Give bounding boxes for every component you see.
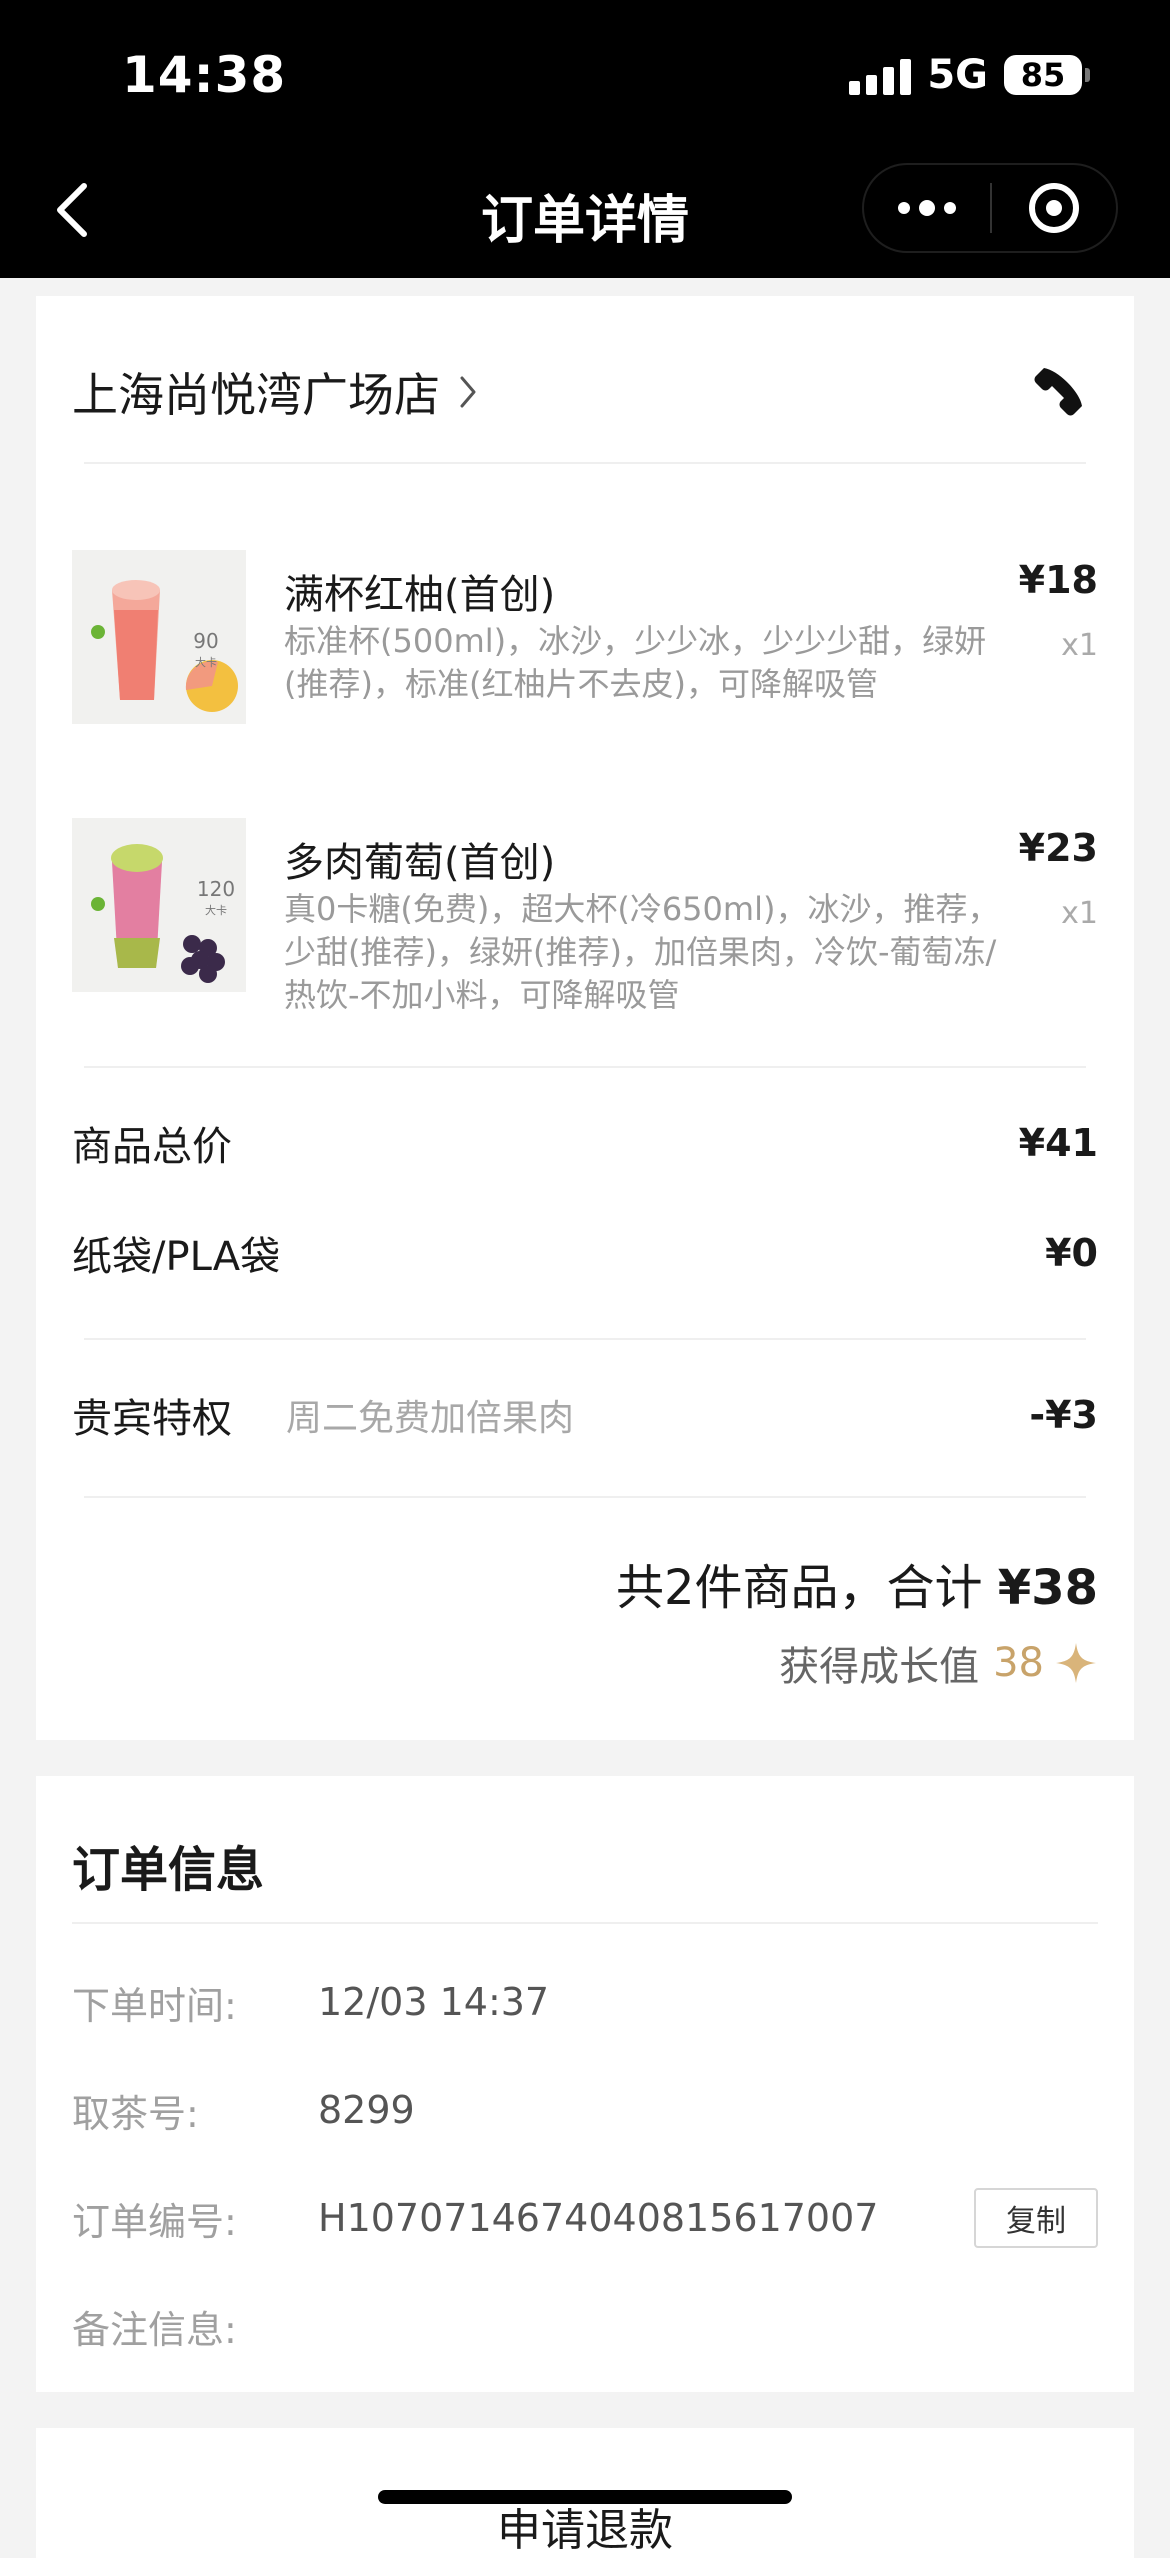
- product-image-grapefruit: 90 大卡: [72, 550, 246, 724]
- order-info-card: 订单信息 下单时间: 12/03 14:37 取茶号: 8299 订单编号: H…: [36, 1776, 1134, 2392]
- bag-fee-row: 纸袋/PLA袋 ¥0: [72, 1224, 1098, 1282]
- order-total: 共2件商品，合计 ¥38: [616, 1548, 1098, 1618]
- order-item: 120 大卡 多肉葡萄(首创) 真0卡糖(免费)，超大杯(冷650ml)，冰沙，…: [72, 818, 1098, 1038]
- item-price: ¥23: [1018, 826, 1098, 870]
- more-icon[interactable]: [864, 165, 990, 251]
- divider: [84, 1496, 1086, 1498]
- store-name[interactable]: 上海尚悦湾广场店: [72, 359, 440, 425]
- goods-total-value: ¥41: [1018, 1121, 1098, 1165]
- divider: [84, 462, 1086, 464]
- growth-value: 38: [993, 1640, 1044, 1686]
- mini-program-capsule: [862, 163, 1118, 253]
- goods-total-row: 商品总价 ¥41: [72, 1114, 1098, 1172]
- calorie-label: 90: [193, 629, 218, 653]
- total-prefix: 共2件商品，合计: [615, 1560, 998, 1616]
- item-name: 满杯红柚(首创): [284, 572, 556, 618]
- bag-fee-value: ¥0: [1045, 1231, 1098, 1275]
- pickup-number-value: 8299: [318, 2088, 415, 2132]
- vip-privilege-row: 贵宾特权 周二免费加倍果肉 -¥3: [72, 1386, 1098, 1444]
- order-info-title: 订单信息: [72, 1842, 265, 1898]
- order-item: 90 大卡 满杯红柚(首创) 标准杯(500ml)，冰沙，少少冰，少少少甜，绿妍…: [72, 550, 1098, 730]
- remarks-label: 备注信息:: [72, 2307, 237, 2352]
- product-image-grape: 120 大卡: [72, 818, 246, 992]
- goods-total-label: 商品总价: [72, 1124, 232, 1170]
- remarks-row: 备注信息:: [72, 2296, 1098, 2356]
- calorie-unit: 大卡: [205, 903, 227, 917]
- item-spec: 标准杯(500ml)，冰沙，少少冰，少少少甜，绿妍(推荐)，标准(红柚片不去皮)…: [284, 622, 987, 703]
- copy-button[interactable]: 复制: [974, 2188, 1098, 2248]
- item-spec: 真0卡糖(免费)，超大杯(冷650ml)，冰沙，推荐，少甜(推荐)，绿妍(推荐)…: [284, 890, 1000, 1014]
- close-miniprogram-icon[interactable]: [992, 183, 1116, 233]
- status-indicators: 5G 85: [849, 52, 1090, 98]
- vip-privilege-label: 贵宾特权: [72, 1396, 232, 1442]
- battery-level: 85: [1004, 55, 1082, 95]
- pickup-number-row: 取茶号: 8299: [72, 2080, 1098, 2140]
- calorie-label: 120: [197, 877, 235, 901]
- order-time-value: 12/03 14:37: [318, 1980, 550, 2024]
- growth-label: 获得成长值: [779, 1644, 980, 1690]
- vip-privilege-desc: 周二免费加倍果肉: [286, 1398, 575, 1439]
- divider: [84, 1066, 1086, 1068]
- item-quantity: x1: [1061, 628, 1098, 663]
- calorie-unit: 大卡: [195, 655, 217, 669]
- store-row[interactable]: 上海尚悦湾广场店: [72, 352, 1098, 432]
- top-bar: 14:38 5G 85 订单详情: [0, 0, 1170, 278]
- pickup-number-label: 取茶号:: [72, 2091, 199, 2136]
- vip-privilege-value: -¥3: [1029, 1393, 1098, 1437]
- item-name: 多肉葡萄(首创): [284, 840, 556, 886]
- bag-fee-label: 纸袋/PLA袋: [72, 1234, 281, 1280]
- item-quantity: x1: [1061, 896, 1098, 931]
- chevron-right-icon: [460, 376, 476, 408]
- order-time-row: 下单时间: 12/03 14:37: [72, 1972, 1098, 2032]
- order-items-card: 上海尚悦湾广场店 90 大卡 满杯红柚(首创) 标准杯(500ml)，冰沙，少少…: [36, 296, 1134, 1740]
- total-value: ¥38: [997, 1560, 1098, 1616]
- item-price: ¥18: [1018, 558, 1098, 602]
- order-number-value: H1070714674040815617007: [318, 2196, 879, 2240]
- battery-icon: 85: [1004, 55, 1090, 95]
- home-indicator[interactable]: [378, 2490, 792, 2504]
- status-time: 14:38: [122, 46, 287, 104]
- growth-points: 获得成长值 38: [779, 1634, 1098, 1692]
- signal-icon: [849, 55, 912, 95]
- order-time-label: 下单时间:: [72, 1983, 237, 2028]
- sparkle-icon: [1056, 1643, 1096, 1683]
- phone-icon[interactable]: [1032, 362, 1088, 418]
- divider: [72, 1922, 1098, 1924]
- order-number-row: 订单编号: H1070714674040815617007 复制: [72, 2188, 1098, 2248]
- divider: [84, 1338, 1086, 1340]
- order-number-label: 订单编号:: [72, 2199, 237, 2244]
- network-type: 5G: [927, 52, 988, 98]
